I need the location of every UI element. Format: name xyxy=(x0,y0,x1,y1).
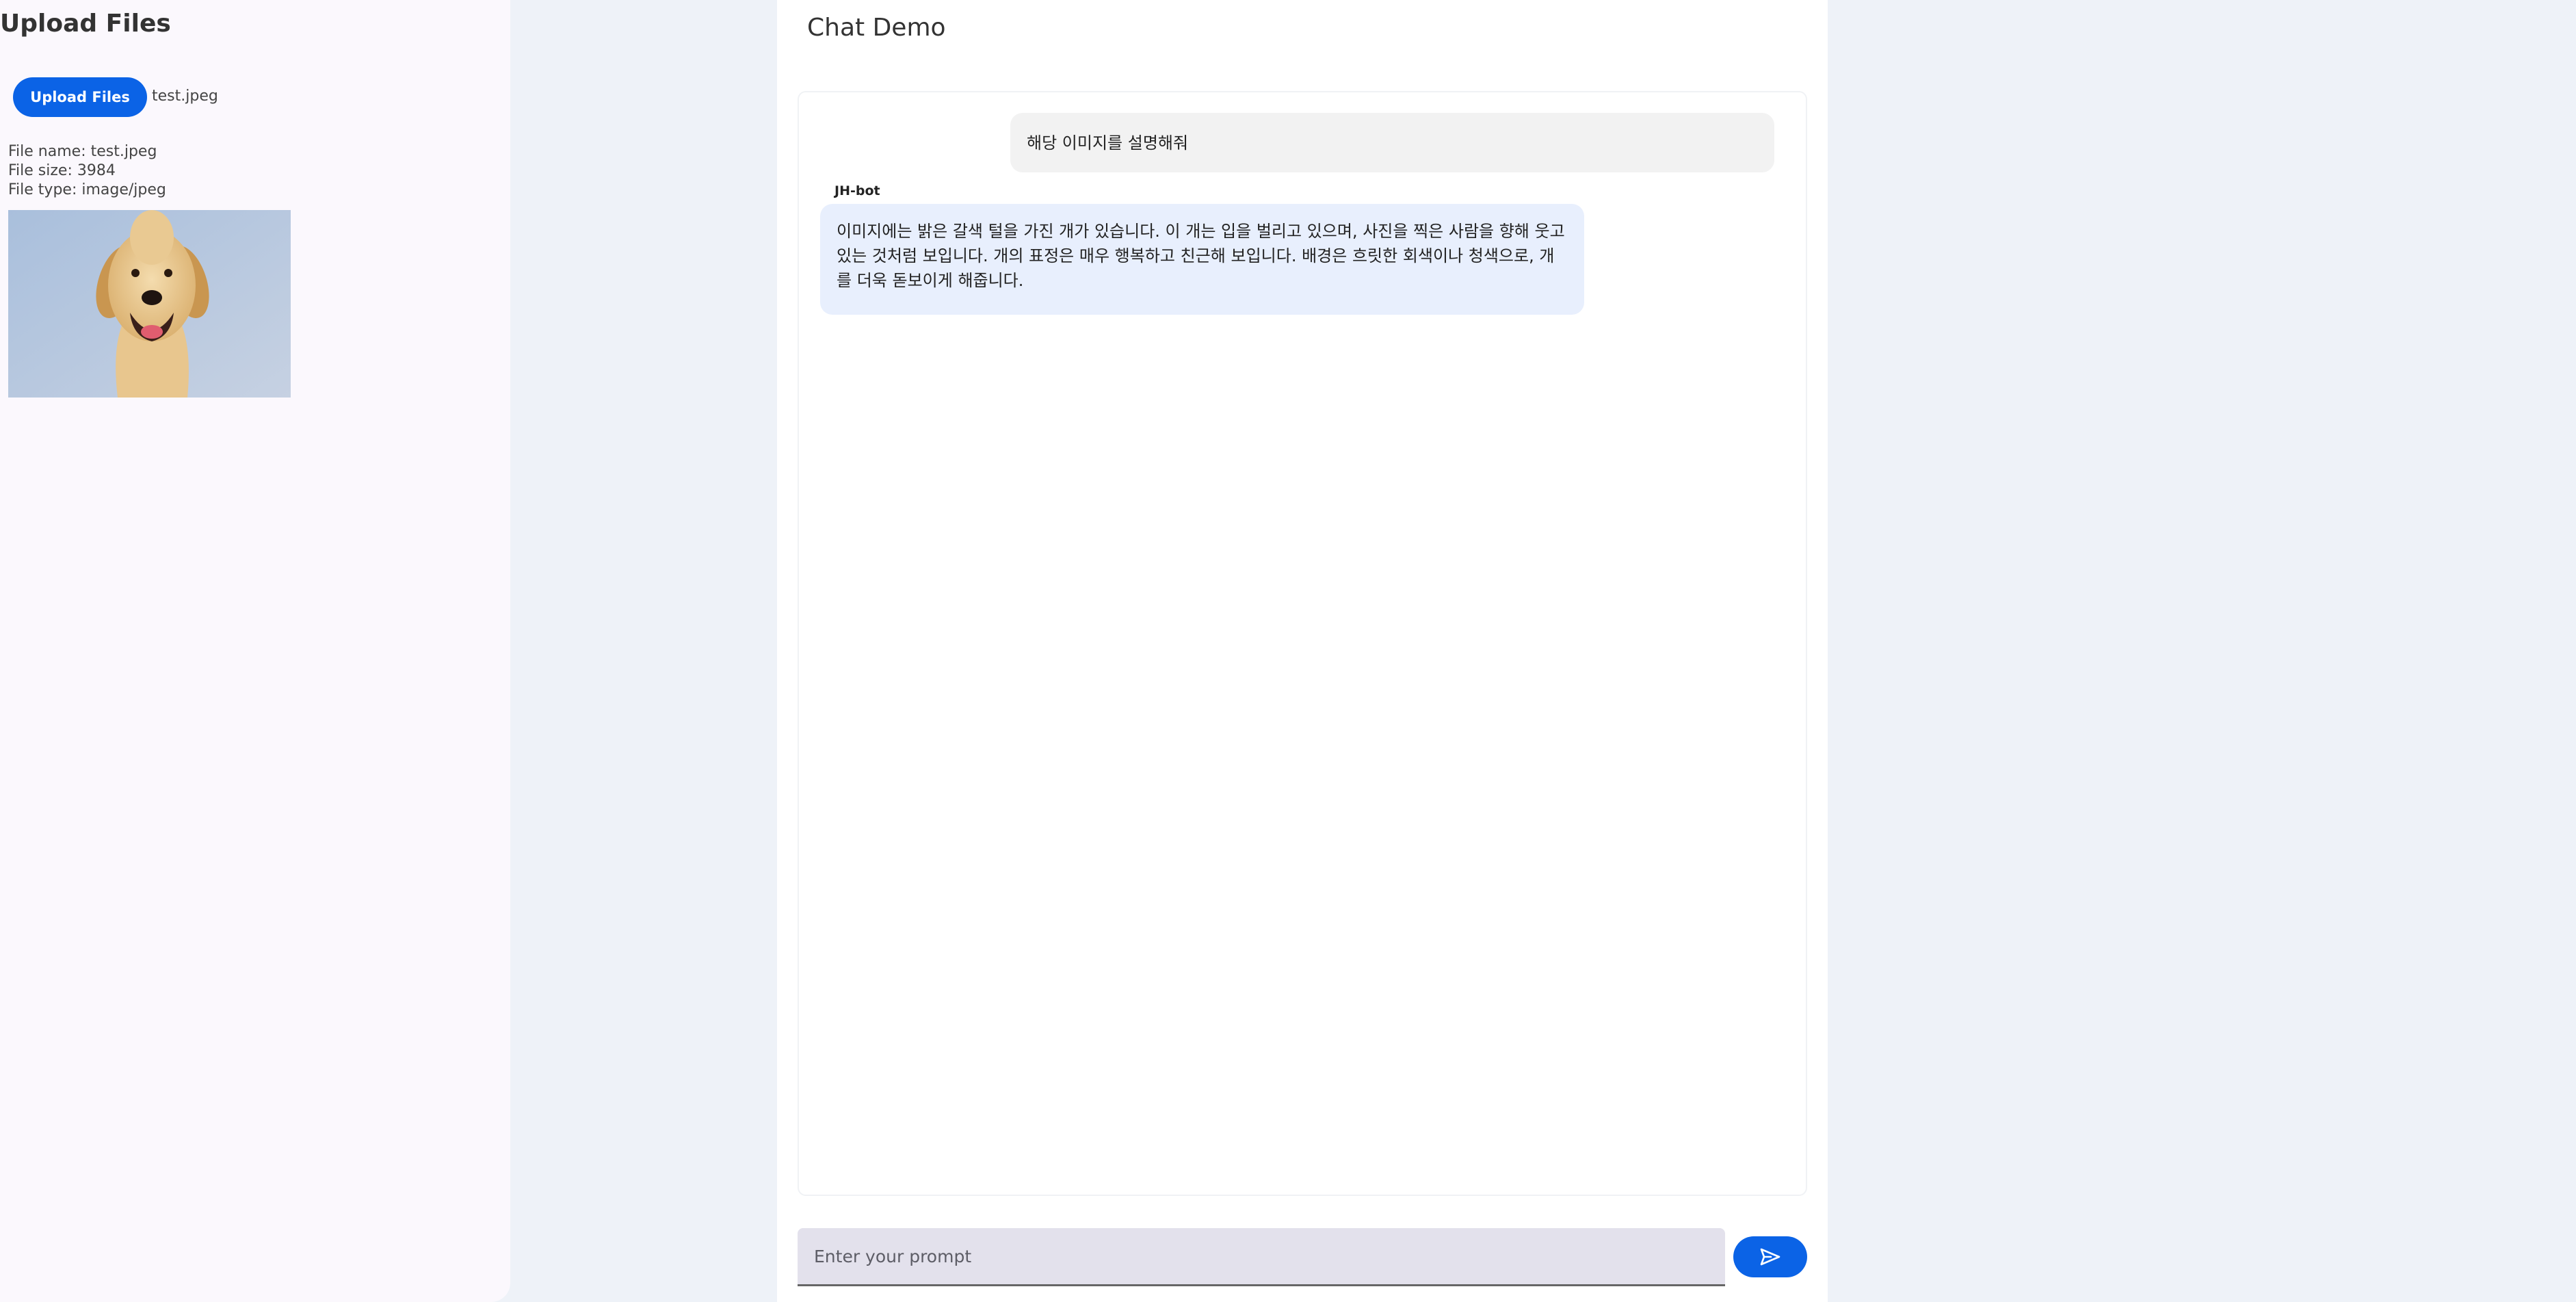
page-title: Chat Demo xyxy=(807,14,946,42)
bot-message: 이미지에는 밝은 갈색 털을 가진 개가 있습니다. 이 개는 입을 벌리고 있… xyxy=(820,204,1584,315)
sidebar: Upload Files Upload Files test.jpeg File… xyxy=(0,0,510,1302)
file-info: File name: test.jpeg File size: 3984 Fil… xyxy=(8,142,166,200)
upload-files-button[interactable]: Upload Files xyxy=(13,77,147,117)
sidebar-title: Upload Files xyxy=(0,10,171,38)
send-button[interactable] xyxy=(1733,1236,1807,1277)
user-message: 해당 이미지를 설명해줘 xyxy=(1010,113,1774,172)
selected-file-name: test.jpeg xyxy=(152,88,218,105)
prompt-input[interactable] xyxy=(798,1228,1725,1286)
chat-history[interactable]: 해당 이미지를 설명해줘 JH-bot 이미지에는 밝은 갈색 털을 가진 개가… xyxy=(798,91,1807,1196)
image-preview xyxy=(8,210,291,398)
file-size-text: File size: 3984 xyxy=(8,162,116,179)
bot-sender-name: JH-bot xyxy=(834,183,880,198)
chat-panel: Chat Demo 해당 이미지를 설명해줘 JH-bot 이미지에는 밝은 갈… xyxy=(777,0,1828,1302)
dog-image xyxy=(8,210,291,398)
send-icon xyxy=(1760,1248,1780,1266)
file-type-text: File type: image/jpeg xyxy=(8,181,166,198)
file-name-text: File name: test.jpeg xyxy=(8,143,157,160)
